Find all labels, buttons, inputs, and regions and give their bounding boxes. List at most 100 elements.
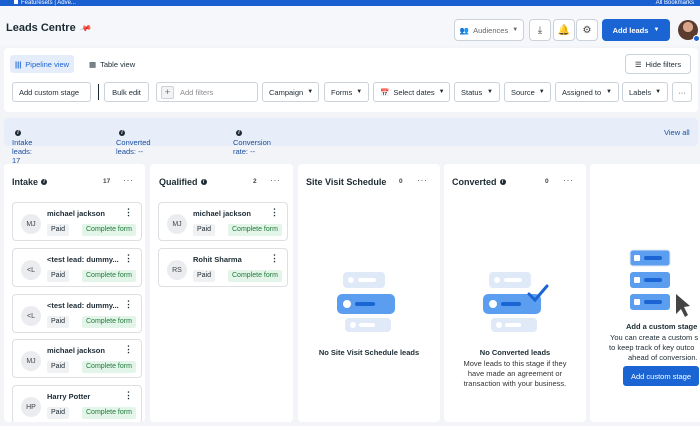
kebab-menu-icon[interactable]: ⋮	[270, 207, 279, 218]
forms-filter[interactable]: Forms ▼	[324, 82, 369, 102]
plus-icon: +	[161, 85, 174, 99]
stage-column-intake: Intake i 17 ··· MJ michael jackson ⋮ Paid…	[4, 164, 145, 422]
lead-tag: Paid	[47, 407, 70, 419]
info-icon[interactable]: i	[15, 130, 21, 137]
status-filter[interactable]: Status ▼	[454, 82, 500, 102]
avatar[interactable]	[678, 20, 700, 42]
add-filters-input[interactable]: + Add filters	[156, 82, 258, 102]
lead-status-badge: Complete form	[228, 224, 282, 236]
info-icon[interactable]: i	[119, 130, 125, 137]
kebab-menu-icon[interactable]: ⋮	[124, 207, 133, 218]
add-custom-stage-panel: Add a custom stage You can create a cust…	[590, 164, 700, 422]
lead-name: Rohit Sharma	[193, 255, 242, 264]
lead-name: michael jackson	[47, 346, 105, 355]
view-all-link[interactable]: View all	[664, 128, 690, 137]
more-filters-button[interactable]: ···	[672, 82, 692, 102]
people-icon: 👥	[459, 25, 470, 35]
bookmark-icon	[14, 0, 18, 5]
gear-icon: ⚙	[582, 24, 592, 36]
column-title: Qualified i	[159, 177, 207, 187]
lead-count: 17	[103, 178, 111, 185]
select-dates-filter[interactable]: 📅 Select dates ▼	[373, 82, 450, 102]
custom-stage-illustration-icon	[629, 249, 690, 317]
audiences-dropdown[interactable]: 👥 Audiences ▼	[454, 19, 524, 41]
divider	[98, 84, 99, 100]
lead-name: michael jackson	[47, 209, 105, 218]
lead-tag: Paid	[47, 316, 70, 328]
lead-card[interactable]: MJ michael jackson ⋮ Paid Complete form	[12, 339, 142, 378]
tab-table-view[interactable]: ▦ Table view	[84, 55, 140, 73]
info-icon[interactable]: i	[499, 179, 506, 185]
assigned-to-filter[interactable]: Assigned to ▼	[555, 82, 619, 102]
more-options-icon[interactable]: ···	[563, 175, 574, 185]
columns-icon: |||	[15, 59, 22, 69]
lead-card[interactable]: MJ michael jackson ⋮ Paid Complete form	[158, 202, 288, 241]
campaign-filter[interactable]: Campaign ▼	[262, 82, 319, 102]
lead-count: 2	[253, 178, 257, 185]
add-leads-button[interactable]: Add leads ▼	[602, 19, 670, 41]
converted-illustration-icon	[483, 272, 549, 332]
chevron-down-icon: ▼	[307, 89, 314, 95]
lead-card[interactable]: <L <test lead: dummy... ⋮ Paid Complete …	[12, 294, 142, 333]
lead-status-badge: Complete form	[82, 407, 136, 419]
conversion-rate-stat: Conversion rate: -- i	[233, 130, 271, 156]
tab-pipeline-view[interactable]: ||| Pipeline view	[10, 55, 75, 73]
calendar-icon: 📅	[380, 87, 390, 97]
lead-name: <test lead: dummy...	[47, 301, 119, 310]
column-title: Intake i	[12, 177, 48, 187]
lead-tag: Paid	[193, 224, 216, 236]
add-custom-stage-button[interactable]: Add custom stage	[12, 82, 91, 102]
lead-card[interactable]: HP Harry Potter ⋮ Paid Complete form	[12, 385, 142, 422]
more-options-icon[interactable]: ···	[417, 175, 428, 185]
lead-avatar: MJ	[167, 214, 187, 234]
intake-leads-stat: Intake leads: 17 i	[12, 130, 33, 165]
info-icon[interactable]: i	[236, 130, 242, 137]
lead-name: <test lead: dummy...	[47, 255, 119, 264]
info-icon[interactable]: i	[41, 179, 48, 185]
lead-card[interactable]: MJ michael jackson ⋮ Paid Complete form	[12, 202, 142, 241]
stats-bar: Intake leads: 17 i Converted leads: -- i C…	[4, 118, 698, 165]
column-title: Site Visit Schedule	[306, 177, 387, 187]
more-options-icon[interactable]: ···	[270, 175, 281, 185]
lead-card[interactable]: RS Rohit Sharma ⋮ Paid Complete form	[158, 248, 288, 287]
kebab-menu-icon[interactable]: ⋮	[124, 390, 133, 401]
lead-status-badge: Complete form	[82, 361, 136, 373]
empty-stage-title: No Site Visit Schedule leads	[318, 348, 420, 357]
custom-stage-desc-line: ahead of conversion.	[628, 353, 698, 362]
chevron-down-icon: ▼	[653, 27, 660, 33]
lead-status-badge: Complete form	[82, 270, 136, 282]
kebab-menu-icon[interactable]: ⋮	[124, 253, 133, 264]
page-title: Leads Centre 📌	[6, 21, 93, 35]
chevron-down-icon: ▼	[655, 89, 662, 95]
lead-tag: Paid	[193, 270, 216, 282]
lead-status-badge: Complete form	[82, 224, 136, 236]
notifications-button[interactable]: 🔔	[553, 19, 575, 41]
lead-avatar: HP	[21, 397, 41, 417]
lead-tag: Paid	[47, 270, 70, 282]
bell-icon: 🔔	[557, 24, 571, 36]
chevron-down-icon: ▼	[512, 27, 519, 33]
hide-filters-button[interactable]: ☰ Hide filters	[625, 54, 691, 74]
empty-stage-desc-line: have made an agreement or	[467, 369, 563, 378]
source-filter[interactable]: Source ▼	[504, 82, 551, 102]
empty-stage-desc-line: transaction with your business.	[463, 379, 567, 388]
more-options-icon[interactable]: ···	[123, 175, 134, 185]
stage-column-converted: Converted i 0 ··· No Converted leads Move…	[444, 164, 586, 422]
chevron-down-icon: ▼	[606, 89, 612, 95]
pin-icon[interactable]: 📌	[79, 22, 92, 35]
kebab-menu-icon[interactable]: ⋮	[270, 253, 279, 264]
lead-tag: Paid	[47, 224, 70, 236]
bulk-edit-button[interactable]: Bulk edit	[104, 82, 149, 102]
custom-stage-title: Add a custom stage	[626, 322, 698, 331]
labels-filter[interactable]: Labels ▼	[622, 82, 668, 102]
kebab-menu-icon[interactable]: ⋮	[124, 299, 133, 310]
add-custom-stage-cta-button[interactable]: Add custom stage	[623, 366, 699, 386]
kebab-menu-icon[interactable]: ⋮	[124, 344, 133, 355]
info-icon[interactable]: i	[200, 179, 207, 185]
settings-button[interactable]: ⚙	[576, 19, 598, 41]
download-button[interactable]: ⤓	[529, 19, 551, 41]
table-icon: ▦	[89, 59, 97, 69]
filter-panel: ||| Pipeline view ▦ Table view ☰ Hide fi…	[4, 48, 698, 112]
stage-column-qualified: Qualified i 2 ··· MJ michael jackson ⋮ Pa…	[150, 164, 293, 422]
lead-card[interactable]: <L <test lead: dummy... ⋮ Paid Complete …	[12, 248, 142, 287]
